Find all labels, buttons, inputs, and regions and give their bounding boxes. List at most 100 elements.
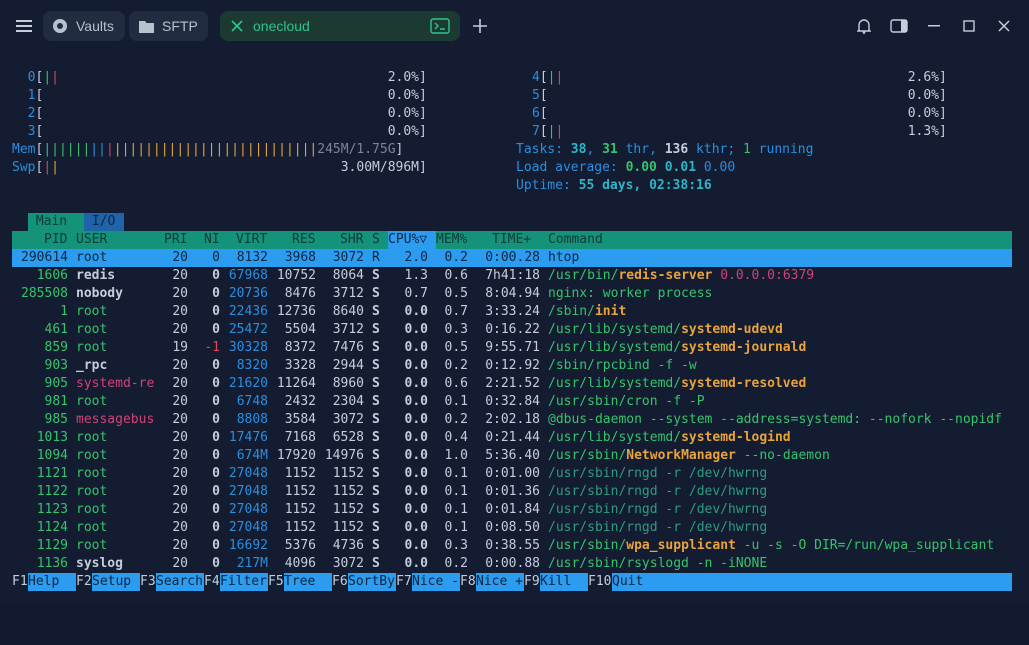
tab-onecloud[interactable]: onecloud xyxy=(220,11,460,41)
col-user[interactable]: USER xyxy=(76,231,107,249)
fkey-f3[interactable]: F3 xyxy=(140,573,156,591)
cell-command: /usr/lib/systemd/systemd-resolved xyxy=(548,375,806,393)
table-row[interactable]: 1094 root 20 0 674M 17920 14976 S 0.0 1.0 5:36.40 /… xyxy=(12,447,1012,465)
table-row[interactable]: 1013 root 20 0 17476 7168 6528 S 0.0 0.4 0:21.44/u… xyxy=(12,429,1012,447)
col-res[interactable]: RES xyxy=(292,231,315,249)
fkey-label[interactable]: Help xyxy=(28,573,76,591)
close-icon[interactable] xyxy=(229,18,245,34)
cmd-path: /usr/sbin/ xyxy=(548,448,627,463)
table-row[interactable]: 1136 syslog 20 0 217M 4096 3072 S 0.0 0.2 0:00.88 /… xyxy=(12,555,1012,573)
col-time[interactable]: TIME+ xyxy=(492,231,531,249)
table-row-selected[interactable]: 290614 root 20 0 8132 3968 3072 R 2.0 0.2 0:00.28 h… xyxy=(12,249,1012,267)
tab-io[interactable]: I/O xyxy=(84,213,124,231)
col-shr[interactable]: SHR xyxy=(340,231,363,249)
cell-virt: 674M xyxy=(236,448,268,463)
table-row[interactable]: 981 root 20 0 6748 2432 2304 S 0.0 0.1 0:32.84/usr… xyxy=(12,393,1012,411)
fkey-label[interactable]: Filter xyxy=(220,573,268,591)
table-row[interactable]: 1122 root 20 0 27048 1152 1152 S 0.0 0.1 0:01.36/u… xyxy=(12,483,1012,501)
table-row[interactable]: 1 root 20 0 22436 12736 8640 S 0.0 0.7 3:33.24/sbi… xyxy=(12,303,1012,321)
tab-vaults[interactable]: Vaults xyxy=(43,11,125,41)
bell-icon[interactable] xyxy=(852,14,876,38)
cell-ni: 0 xyxy=(212,520,220,535)
col-pri[interactable]: PRI xyxy=(164,231,187,249)
col-ni[interactable]: NI xyxy=(204,231,220,249)
col-cpu[interactable]: CPU%▽ xyxy=(388,231,436,249)
tab-main[interactable]: Main xyxy=(28,213,84,231)
cell-pri: 20 xyxy=(172,538,188,553)
cell-time: 0:21.44 xyxy=(485,430,540,445)
sidebar-toggle-icon[interactable] xyxy=(887,14,911,38)
maximize-icon[interactable] xyxy=(957,14,981,38)
col-pid[interactable]: PID xyxy=(44,231,67,249)
cell-virt: 21620 xyxy=(228,376,268,391)
col-virt[interactable]: VIRT xyxy=(236,231,267,249)
fkey-f4[interactable]: F4 xyxy=(204,573,220,591)
tab-sftp[interactable]: SFTP xyxy=(129,11,208,41)
cell-user: messagebus xyxy=(76,412,155,427)
fkey-f5[interactable]: F5 xyxy=(268,573,284,591)
fkey-f10[interactable]: F10 xyxy=(588,573,611,591)
table-row[interactable]: 1123 root 20 0 27048 1152 1152 S 0.0 0.1 0:01.84/u… xyxy=(12,501,1012,519)
cell-cpu: 0.0 xyxy=(404,340,428,355)
cell-shr: 4736 xyxy=(332,538,364,553)
cell-time: 0:38.55 xyxy=(485,538,540,553)
fkey-label[interactable]: Kill xyxy=(540,573,588,591)
fkey-label[interactable]: Search xyxy=(156,573,204,591)
table-row[interactable]: 285508 nobody 20 0 20736 8476 3712 S 0.7 0.5 8:04.… xyxy=(12,285,1012,303)
fkey-f6[interactable]: F6 xyxy=(332,573,348,591)
cell-command: /usr/sbin/cron -f -P xyxy=(548,393,705,411)
table-row[interactable]: 903 _rpc 20 0 8320 3328 2944 S 0.0 0.2 0:12.92/sbi… xyxy=(12,357,1012,375)
table-row[interactable]: 461 root 20 0 25472 5504 3712 S 0.0 0.3 0:16.22/us… xyxy=(12,321,1012,339)
fkey-label[interactable]: Nice + xyxy=(476,573,524,591)
cell-time: 8:04.94 xyxy=(485,286,540,301)
cell-res: 12736 xyxy=(276,304,316,319)
cell-ni: -1 xyxy=(204,340,220,355)
cmd-name: wpa_supplicant xyxy=(626,538,736,553)
cell-ni: 0 xyxy=(212,556,220,571)
table-row[interactable]: 859 root 19 -1 30328 8372 7476 S 0.0 0.5 9:55.71/u… xyxy=(12,339,1012,357)
fkey-label[interactable]: Tree xyxy=(284,573,332,591)
table-row[interactable]: 905 systemd-re 20 0 21620 11264 8960 S 0.0 0.6 2:2… xyxy=(12,375,1012,393)
fkey-f7[interactable]: F7 xyxy=(396,573,412,591)
fkey-f2[interactable]: F2 xyxy=(76,573,92,591)
cell-res: 1152 xyxy=(284,502,316,517)
cell-res: 7168 xyxy=(284,430,316,445)
table-row[interactable]: 985 messagebus 20 0 8808 3584 3072 S 0.0 0.2 2:02.… xyxy=(12,411,1012,429)
table-row[interactable]: 1129 root 20 0 16692 5376 4736 S 0.0 0.3 0:38.55/u… xyxy=(12,537,1012,555)
cell-time: 2:21.52 xyxy=(485,376,540,391)
fkey-label[interactable]: Setup xyxy=(92,573,140,591)
fkey-label[interactable]: SortBy xyxy=(348,573,396,591)
cell-pri: 20 xyxy=(172,412,188,427)
fkey-label[interactable]: Quit xyxy=(612,573,1012,591)
fkey-label[interactable]: Nice - xyxy=(412,573,460,591)
cell-s: S xyxy=(372,502,380,517)
cell-mem: 0.2 xyxy=(444,556,468,571)
cell-s: S xyxy=(372,322,380,337)
cell-pid: 285508 xyxy=(21,286,68,301)
table-row[interactable]: 1121 root 20 0 27048 1152 1152 S 0.0 0.1 0:01.00/u… xyxy=(12,465,1012,483)
fkey-f9[interactable]: F9 xyxy=(524,573,540,591)
menu-icon[interactable] xyxy=(12,14,36,38)
cmd-path: nginx: worker process xyxy=(548,286,713,301)
cell-mem: 0.2 xyxy=(444,358,468,373)
cell-time: 0:32.84 xyxy=(485,394,540,409)
cell-shr: 8064 xyxy=(332,268,364,283)
table-row[interactable]: 1124 root 20 0 27048 1152 1152 S 0.0 0.1 0:08.50/u… xyxy=(12,519,1012,537)
minimize-icon[interactable] xyxy=(922,14,946,38)
col-mem[interactable]: MEM% xyxy=(436,231,467,249)
fkey-f1[interactable]: F1 xyxy=(12,573,28,591)
col-command[interactable]: Command xyxy=(548,231,603,249)
close-window-icon[interactable] xyxy=(992,14,1016,38)
fkey-f8[interactable]: F8 xyxy=(460,573,476,591)
cell-mem: 1.0 xyxy=(444,448,468,463)
cell-virt: 27048 xyxy=(228,484,268,499)
col-s[interactable]: S xyxy=(372,231,380,249)
cell-cpu: 0.7 xyxy=(404,286,428,301)
cell-command: /usr/lib/systemd/systemd-journald xyxy=(548,339,806,357)
cell-pri: 20 xyxy=(172,430,188,445)
new-tab-plus-icon[interactable] xyxy=(468,14,492,38)
table-row[interactable]: 1606 redis 20 0 67968 10752 8064 S 1.3 0.6 7h41:18… xyxy=(12,267,1012,285)
htop-terminal[interactable]: 0[|| 2.0%] 1[ 0.0%] 2[ 0.0%] 3[0.0%] 4[… xyxy=(12,69,1016,591)
cell-command: /sbin/rpcbind -f -w xyxy=(548,357,697,375)
cmd-path: /usr/lib/systemd/ xyxy=(548,430,682,445)
